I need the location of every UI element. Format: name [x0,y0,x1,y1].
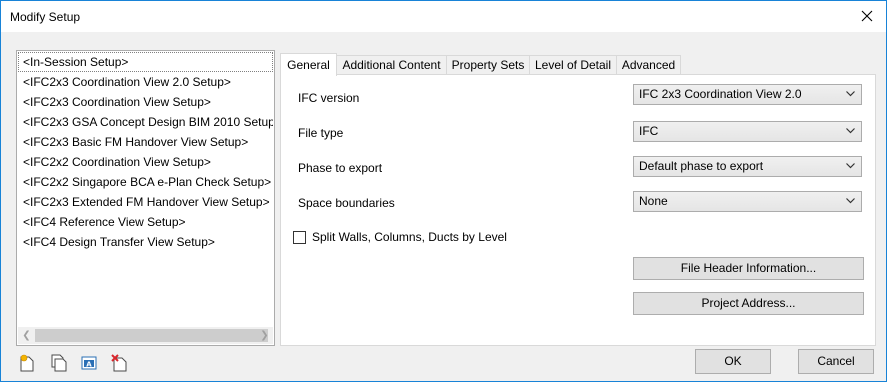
space-boundaries-label: Space boundaries [298,196,395,210]
setup-item-in-session[interactable]: <In-Session Setup> [18,52,273,72]
cancel-button[interactable]: Cancel [798,349,874,374]
setup-item[interactable]: <IFC2x2 Singapore BCA e-Plan Check Setup… [18,172,273,192]
setup-item[interactable]: <IFC4 Reference View Setup> [18,212,273,232]
setup-item[interactable]: <IFC2x3 Basic FM Handover View Setup> [18,132,273,152]
ifc-version-value: IFC 2x3 Coordination View 2.0 [639,87,802,101]
tab-general[interactable]: General [280,53,337,76]
ifc-version-label: IFC version [298,91,360,105]
close-icon[interactable] [856,5,878,27]
title-bar: Modify Setup [1,1,886,32]
general-tab-panel: IFC version IFC 2x3 Coordination View 2.… [280,74,876,346]
svg-text:A: A [86,361,92,369]
tab-level-of-detail[interactable]: Level of Detail [529,55,617,75]
duplicate-setup-icon[interactable] [51,354,67,372]
file-type-select[interactable]: IFC [633,121,862,142]
chevron-down-icon [846,198,855,204]
rename-setup-icon[interactable]: A [81,354,97,372]
setup-item[interactable]: <IFC2x3 GSA Concept Design BIM 2010 Setu… [18,112,273,132]
new-setup-icon[interactable] [19,354,35,372]
chevron-down-icon [846,91,855,97]
ok-button[interactable]: OK [695,349,771,374]
modify-setup-dialog: Modify Setup <In-Session Setup> <IFC2x3 … [0,0,887,382]
phase-select[interactable]: Default phase to export [633,156,862,177]
chevron-down-icon [846,163,855,169]
phase-label: Phase to export [298,161,383,175]
setup-item[interactable]: <IFC2x3 Coordination View Setup> [18,92,273,112]
chevron-down-icon [846,128,855,134]
tab-property-sets[interactable]: Property Sets [446,55,530,75]
project-address-button[interactable]: Project Address... [633,292,864,315]
tab-additional-content[interactable]: Additional Content [336,55,447,75]
setup-item[interactable]: <IFC4 Design Transfer View Setup> [18,232,273,252]
split-by-level-label[interactable]: Split Walls, Columns, Ducts by Level [312,230,507,244]
space-boundaries-select[interactable]: None [633,191,862,212]
tab-advanced[interactable]: Advanced [616,55,681,75]
space-boundaries-value: None [639,194,668,208]
phase-value: Default phase to export [639,159,764,173]
window-title: Modify Setup [10,10,81,24]
horizontal-scrollbar[interactable]: ❮ ❯ [18,327,273,344]
ifc-version-select[interactable]: IFC 2x3 Coordination View 2.0 [633,84,862,105]
file-type-label: File type [298,126,344,140]
setup-item[interactable]: <IFC2x2 Coordination View Setup> [18,152,273,172]
split-by-level-checkbox[interactable] [293,231,306,244]
file-header-information-button[interactable]: File Header Information... [633,257,864,280]
setup-item[interactable]: <IFC2x3 Coordination View 2.0 Setup> [18,72,273,92]
setup-item[interactable]: <IFC2x3 Extended FM Handover View Setup> [18,192,273,212]
file-type-value: IFC [639,124,659,138]
setup-list[interactable]: <In-Session Setup> <IFC2x3 Coordination … [16,50,275,346]
delete-setup-icon[interactable] [111,354,127,372]
scroll-left-icon[interactable]: ❮ [18,327,35,344]
scroll-right-icon[interactable]: ❯ [256,327,273,344]
scroll-thumb[interactable] [35,329,268,342]
